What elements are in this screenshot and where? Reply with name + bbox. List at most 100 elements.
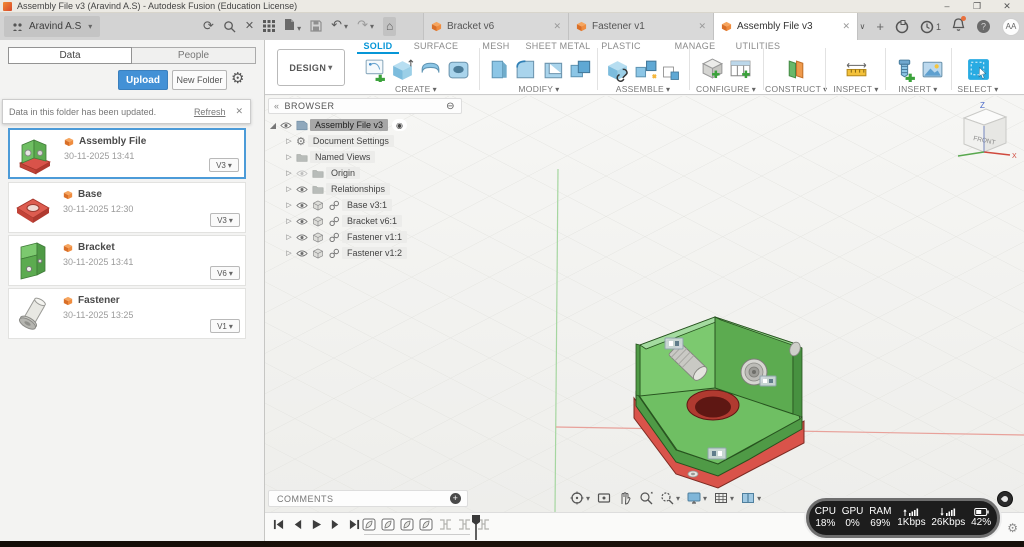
measure-icon[interactable] — [844, 57, 869, 82]
avatar[interactable]: AA — [1002, 17, 1020, 36]
version-dropdown[interactable]: V1 — [210, 319, 240, 333]
fillet-icon[interactable] — [513, 57, 538, 82]
visibility-eye-icon[interactable] — [296, 249, 308, 258]
visibility-eye-icon[interactable] — [296, 233, 308, 242]
browser-row-base[interactable]: ▷ Base v3:1 — [268, 197, 468, 213]
feature-component-icon[interactable] — [419, 517, 434, 532]
file-home-button[interactable]: ⌂ — [382, 16, 397, 36]
node-label[interactable]: Relationships — [326, 183, 391, 195]
version-dropdown[interactable]: V6 — [210, 266, 240, 280]
configuration-table-icon[interactable] — [728, 57, 753, 82]
go-to-end-button[interactable] — [349, 519, 360, 530]
group-label-assemble[interactable]: ASSEMBLE — [601, 84, 685, 94]
node-label[interactable]: Fastener v1:1 — [342, 231, 408, 243]
doc-tab-fastener[interactable]: Fastener v1 ✕ — [568, 13, 713, 40]
expand-icon[interactable]: ▷ — [284, 249, 294, 257]
tab-close-icon[interactable]: ✕ — [553, 21, 561, 32]
group-label-create[interactable]: CREATE — [355, 84, 477, 94]
root-node-label[interactable]: Assembly File v3 — [310, 119, 389, 131]
help-icon[interactable]: ? — [976, 19, 991, 34]
add-comment-icon[interactable]: + — [450, 493, 461, 504]
minimize-button[interactable] — [932, 0, 962, 13]
job-status-button[interactable]: 1 — [920, 20, 941, 34]
browser-row-origin[interactable]: ▷ Origin — [268, 165, 468, 181]
expand-icon[interactable]: ▷ — [284, 233, 294, 241]
overlay-badge-icon[interactable] — [997, 491, 1013, 507]
ribbon-tab-manage[interactable]: MANAGE — [669, 41, 721, 54]
orbit-button[interactable] — [570, 491, 590, 505]
expand-icon[interactable]: ▷ — [284, 169, 294, 177]
browser-row-fastener-2[interactable]: ▷ Fastener v1:2 — [268, 245, 468, 261]
feature-component-icon[interactable] — [362, 517, 377, 532]
feature-joint-icon[interactable] — [438, 517, 453, 532]
collapse-all-icon[interactable]: ⊖ — [446, 101, 455, 112]
expand-icon[interactable]: ◢ — [268, 121, 278, 130]
play-button[interactable] — [311, 519, 322, 530]
expand-icon[interactable]: ▷ — [284, 201, 294, 209]
node-label[interactable]: Fastener v1:2 — [342, 247, 408, 259]
joint-badge[interactable] — [707, 447, 727, 460]
insert-fastener-icon[interactable] — [892, 57, 917, 82]
new-tab-plus-icon[interactable]: + — [876, 19, 884, 34]
upload-button[interactable]: Upload — [118, 70, 168, 90]
expand-icon[interactable]: ▷ — [284, 137, 294, 145]
revolve-icon[interactable] — [418, 57, 443, 82]
sync-icon[interactable]: ⟳ — [203, 18, 214, 34]
ribbon-tab-surface[interactable]: SURFACE — [407, 41, 465, 54]
visibility-eye-icon[interactable] — [280, 121, 292, 130]
view-cube[interactable]: FRONT X Z — [946, 100, 1018, 166]
extrude-icon[interactable] — [390, 57, 415, 82]
display-settings-button[interactable] — [687, 491, 707, 505]
viewport[interactable]: « BROWSER ⊖ ◢ Assembly File v3 ◉ ▷ ⚙ Doc… — [265, 96, 1024, 512]
create-sketch-icon[interactable] — [362, 57, 387, 82]
feature-joint-icon[interactable] — [457, 517, 472, 532]
step-forward-button[interactable] — [330, 519, 341, 530]
combine-icon[interactable] — [568, 57, 593, 82]
select-icon[interactable] — [966, 57, 991, 82]
comments-bar[interactable]: COMMENTS + — [268, 490, 468, 507]
visibility-eye-icon[interactable] — [296, 185, 308, 194]
hole-icon[interactable] — [446, 57, 471, 82]
file-card-base[interactable]: Base 30-11-2025 12:30 V3 — [8, 182, 246, 233]
group-label-construct[interactable]: CONSTRUCT — [765, 84, 825, 94]
expand-icon[interactable]: ▷ — [284, 185, 294, 193]
close-search-icon[interactable]: ✕ — [245, 18, 254, 34]
visibility-eye-icon-off[interactable] — [296, 169, 308, 178]
feature-component-icon[interactable] — [381, 517, 396, 532]
file-card-bracket[interactable]: Bracket 30-11-2025 13:41 V6 — [8, 235, 246, 286]
group-label-inspect[interactable]: INSPECT — [827, 84, 885, 94]
restore-button[interactable] — [962, 0, 992, 13]
refresh-link[interactable]: Refresh — [194, 107, 226, 117]
browser-row-document-settings[interactable]: ▷ ⚙ Document Settings — [268, 133, 468, 149]
doc-tab-assembly-active[interactable]: Assembly File v3 ✕ — [713, 13, 858, 40]
file-card-fastener[interactable]: Fastener 30-11-2025 13:25 V1 — [8, 288, 246, 339]
group-label-insert[interactable]: INSERT — [887, 84, 949, 94]
notice-close-icon[interactable]: ✕ — [235, 106, 243, 117]
node-label[interactable]: Document Settings — [307, 135, 394, 147]
as-built-joint-icon[interactable] — [661, 62, 681, 82]
zoom-window-button[interactable] — [660, 491, 680, 505]
step-back-button[interactable] — [292, 519, 303, 530]
version-dropdown[interactable]: V3 — [210, 213, 240, 227]
tab-close-icon[interactable]: ✕ — [842, 21, 850, 32]
user-menu-button[interactable]: Aravind A.S — [4, 16, 101, 37]
ribbon-tab-utilities[interactable]: UTILITIES — [729, 41, 787, 54]
node-label[interactable]: Base v3:1 — [342, 199, 393, 211]
ribbon-tab-plastic[interactable]: PLASTIC — [597, 41, 645, 54]
extensions-icon[interactable] — [895, 19, 909, 34]
construct-plane-icon[interactable] — [783, 57, 808, 82]
tab-close-icon[interactable]: ✕ — [698, 21, 706, 32]
save-icon[interactable] — [310, 20, 322, 32]
expand-icon[interactable]: ▷ — [284, 217, 294, 225]
tab-list-chevron-icon[interactable]: ∨ — [860, 22, 866, 31]
joint-icon[interactable] — [633, 57, 658, 82]
shell-icon[interactable] — [541, 57, 566, 82]
new-component-icon[interactable] — [605, 57, 630, 82]
workspace-selector[interactable]: DESIGN — [277, 49, 345, 86]
ribbon-tab-mesh[interactable]: MESH — [475, 41, 517, 54]
data-panel-gear-icon[interactable]: ⚙ — [231, 69, 244, 87]
collapse-panel-icon[interactable]: « — [274, 101, 280, 111]
grid-view-icon[interactable] — [263, 20, 276, 32]
search-icon[interactable] — [223, 20, 236, 33]
grid-settings-button[interactable] — [714, 491, 734, 505]
